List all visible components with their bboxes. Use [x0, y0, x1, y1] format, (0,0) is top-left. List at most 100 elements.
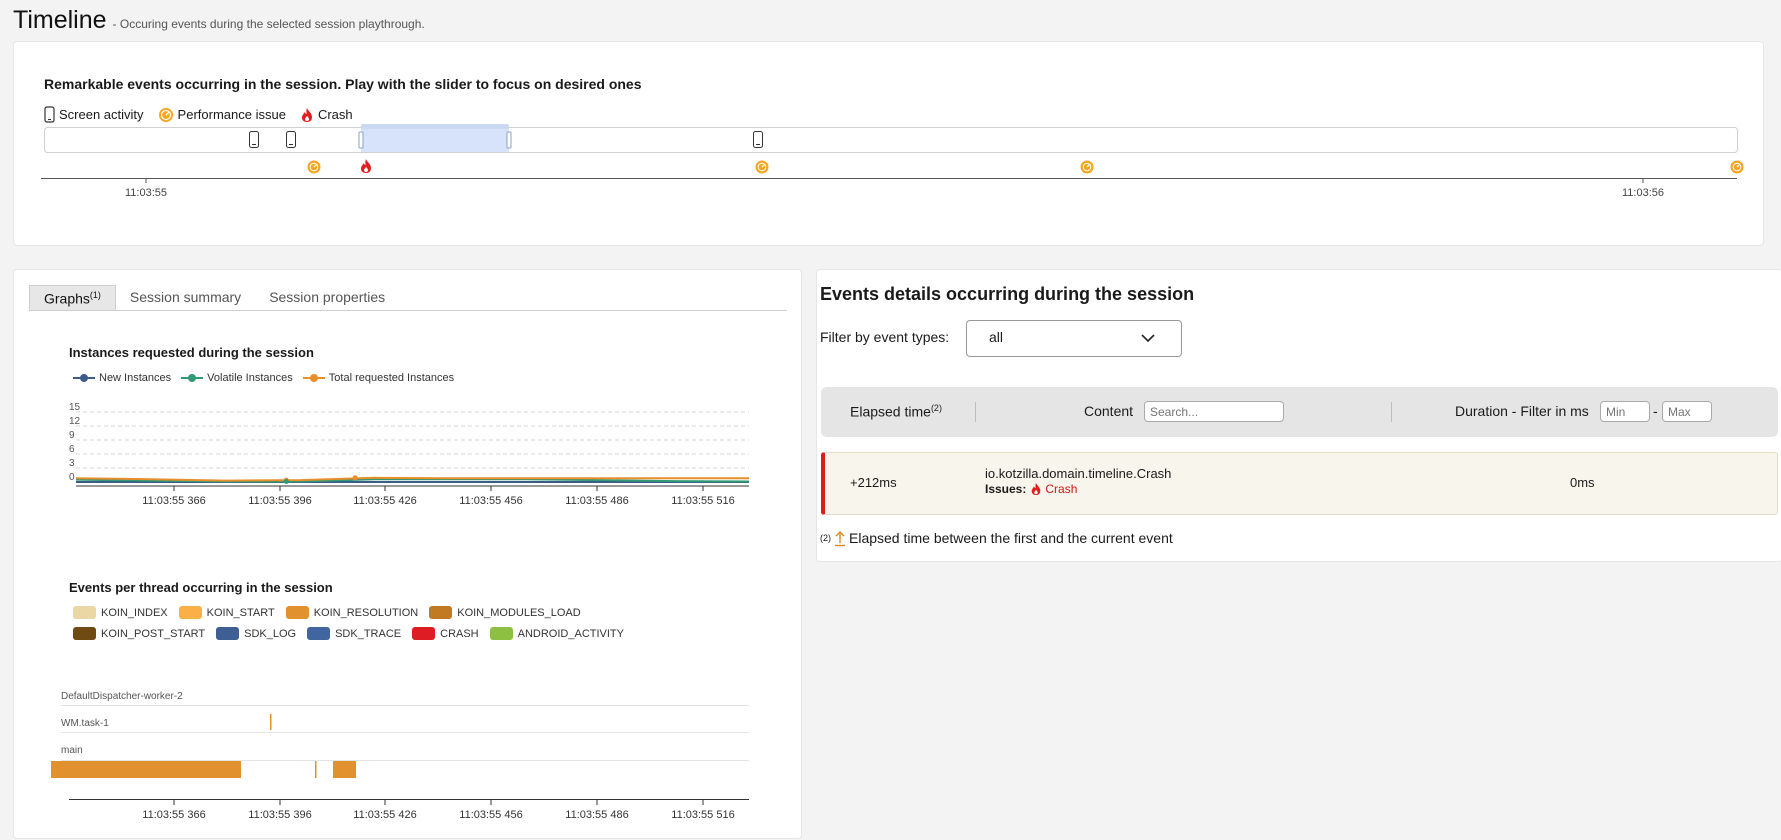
thread-x-tick: 11:03:55 486	[565, 809, 628, 821]
event-elapsed: +212ms	[850, 475, 897, 490]
instances-y-tick: 3	[69, 458, 75, 469]
performance-issue-marker[interactable]	[755, 160, 769, 174]
thread-chart: DefaultDispatcher-worker-2 WM.task-1 mai…	[51, 691, 749, 821]
screen-activity-marker[interactable]	[249, 131, 259, 148]
page-header: Timeline - Occuring events during the se…	[13, 6, 425, 35]
slider-handle-right[interactable]	[506, 131, 512, 149]
thread-label: DefaultDispatcher-worker-2	[61, 691, 183, 702]
thread-legend-item[interactable]: KOIN_MODULES_LOAD	[429, 606, 581, 619]
thread-legend-label: KOIN_RESOLUTION	[313, 606, 419, 619]
column-elapsed-time[interactable]: Elapsed time(2)	[850, 403, 942, 420]
thread-legend-item[interactable]: KOIN_START	[178, 606, 275, 619]
column-separator	[1391, 402, 1392, 422]
thread-label: WM.task-1	[61, 718, 109, 729]
events-table-header: Elapsed time(2) Content Duration - Filte…	[821, 387, 1778, 437]
event-issues-label: Issues:	[985, 482, 1027, 496]
performance-issue-marker[interactable]	[1080, 160, 1094, 174]
timeline-axis-label: 11:03:55	[125, 187, 167, 199]
thread-x-tick: 11:03:55 396	[248, 809, 311, 821]
thread-event-bar[interactable]	[333, 761, 356, 778]
thread-x-tick: 11:03:55 366	[142, 809, 205, 821]
thread-legend-item[interactable]: ANDROID_ACTIVITY	[489, 627, 624, 640]
instances-y-tick: 0	[69, 472, 75, 483]
filter-select-value: all	[989, 329, 1004, 345]
instances-x-tick: 11:03:55 516	[671, 495, 734, 507]
instances-x-tick: 11:03:55 366	[142, 495, 205, 507]
footnote-mark: (2)	[820, 533, 831, 543]
thread-legend-item[interactable]: KOIN_POST_START	[73, 627, 205, 640]
thread-legend-item[interactable]: KOIN_RESOLUTION	[285, 606, 419, 619]
graphs-card: Graphs(1) Session summary Session proper…	[13, 269, 802, 839]
event-issues: Issues: Crash	[985, 482, 1077, 496]
instances-data-point[interactable]	[283, 479, 289, 485]
thread-x-tick: 11:03:55 516	[671, 809, 734, 821]
screen-activity-marker[interactable]	[753, 131, 763, 148]
instances-x-tick: 11:03:55 426	[353, 495, 416, 507]
events-title: Events details occurring during the sess…	[820, 284, 1195, 304]
thread-legend-item[interactable]: SDK_LOG	[216, 627, 296, 640]
performance-issue-marker[interactable]	[307, 160, 321, 174]
screen-activity-marker[interactable]	[286, 131, 296, 148]
event-issue-crash: Crash	[1045, 482, 1078, 496]
timeline-slider-track[interactable]	[44, 127, 1738, 153]
thread-legend-label: CRASH	[440, 627, 479, 640]
instances-y-tick: 6	[69, 444, 75, 455]
slider-handle-left[interactable]	[358, 131, 364, 149]
thread-legend-label: ANDROID_ACTIVITY	[517, 627, 624, 640]
event-type-filter-select[interactable]: all	[966, 320, 1182, 357]
instances-data-point[interactable]	[352, 475, 358, 481]
thread-legend-label: SDK_LOG	[244, 627, 297, 640]
duration-max-input[interactable]	[1662, 401, 1712, 422]
legend-swatch	[73, 606, 96, 619]
timeline-selection-top[interactable]	[361, 124, 509, 129]
timeline-axis-label: 11:03:56	[1622, 187, 1664, 199]
thread-legend-label: KOIN_INDEX	[101, 606, 168, 619]
legend-swatch	[429, 606, 453, 619]
legend-swatch	[285, 606, 309, 619]
content-search-input[interactable]	[1144, 401, 1284, 422]
instances-y-tick: 9	[69, 430, 75, 441]
crash-marker[interactable]	[361, 159, 371, 173]
thread-legend-label: KOIN_POST_START	[101, 627, 206, 640]
thread-legend-label: SDK_TRACE	[335, 627, 402, 640]
legend-swatch	[412, 627, 436, 640]
instances-x-tick: 11:03:55 486	[565, 495, 628, 507]
thread-event-bar[interactable]	[51, 761, 241, 778]
performance-issue-marker[interactable]	[1730, 160, 1744, 174]
thread-x-tick: 11:03:55 426	[353, 809, 416, 821]
column-content: Content	[1084, 403, 1134, 419]
legend-swatch	[73, 627, 96, 640]
instances-chart: 15 12 9 6 3 0 11:03:55 366 11:03:55 396 11:03:55…	[69, 402, 750, 507]
instances-x-tick: 11:03:55 396	[248, 495, 311, 507]
thread-chart-legend: KOIN_INDEX KOIN_START KOIN_RESOLUTION KOIN_…	[73, 606, 733, 648]
event-row[interactable]: +212ms io.kotzilla.domain.timeline.Crash…	[821, 452, 1778, 515]
thread-event-bar[interactable]	[270, 714, 272, 730]
event-content: io.kotzilla.domain.timeline.Crash	[985, 466, 1172, 481]
page-subtitle: - Occuring events during the selected se…	[112, 17, 425, 31]
instances-y-tick: 12	[69, 416, 81, 427]
timeline-selection-range[interactable]	[361, 128, 509, 152]
footnote-text: Elapsed time between the first and the c…	[849, 530, 1173, 546]
page-title: Timeline	[13, 6, 107, 34]
thread-legend-item[interactable]: CRASH	[412, 627, 479, 640]
column-elapsed-note: (2)	[930, 403, 942, 413]
thread-legend-item[interactable]: SDK_TRACE	[307, 627, 401, 640]
events-card: Events details occurring during the sess…	[816, 269, 1781, 562]
column-elapsed-label: Elapsed time	[850, 403, 931, 420]
legend-swatch	[307, 627, 331, 640]
fire-icon	[1032, 483, 1041, 495]
thread-x-tick: 11:03:55 456	[459, 809, 522, 821]
thread-chart-title: Events per thread occurring in the sessi…	[69, 580, 333, 595]
thread-legend-label: KOIN_MODULES_LOAD	[457, 606, 581, 619]
duration-min-input[interactable]	[1600, 401, 1650, 422]
legend-swatch	[216, 627, 240, 640]
thread-legend-item[interactable]: KOIN_INDEX	[73, 606, 168, 619]
instances-x-tick: 11:03:55 456	[459, 495, 522, 507]
event-duration: 0ms	[1570, 475, 1595, 490]
elapsed-footnote: (2) Elapsed time between the first and t…	[820, 529, 1173, 547]
filter-label: Filter by event types:	[820, 329, 950, 345]
thread-label: main	[61, 745, 83, 756]
thread-event-bar[interactable]	[315, 761, 317, 778]
timeline-track[interactable]: 11:03:55 11:03:56	[14, 42, 1765, 247]
legend-swatch	[178, 606, 202, 619]
